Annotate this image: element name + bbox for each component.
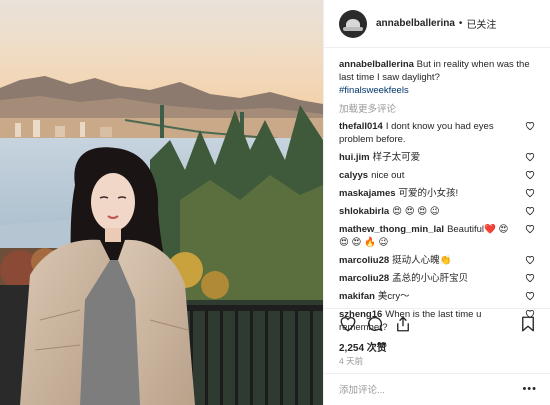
comment-username[interactable]: marcoliu28 xyxy=(339,255,389,266)
post-caption: annabelballerina But in reality when was… xyxy=(339,58,539,97)
comment: maskajames 可爱的小女孩! xyxy=(339,187,539,200)
comment: makifan 美cry～ xyxy=(339,290,539,303)
comment: hui.jim 样子太可爱 xyxy=(339,151,539,164)
comment-text: 挺动人心魄👏 xyxy=(392,255,452,266)
comment: shlokabirla 😍 😍 😍 😉 xyxy=(339,205,539,218)
comment-icon[interactable] xyxy=(366,315,384,333)
heart-icon[interactable] xyxy=(525,170,535,180)
heart-icon[interactable] xyxy=(339,315,357,333)
comment-list: thefall014 I dont know you had eyes probl… xyxy=(339,120,539,334)
bookmark-icon[interactable] xyxy=(519,315,537,333)
header-username[interactable]: annabelballerina xyxy=(376,18,455,29)
comment-input[interactable] xyxy=(339,381,499,399)
comment-username[interactable]: makifan xyxy=(339,291,375,302)
heart-icon[interactable] xyxy=(525,273,535,283)
action-icons-row xyxy=(339,315,537,335)
avatar-figure-base xyxy=(343,26,363,31)
heart-icon[interactable] xyxy=(525,224,535,234)
comment-username[interactable]: marcoliu28 xyxy=(339,273,389,284)
heart-icon[interactable] xyxy=(525,121,535,131)
comment-username[interactable]: thefall014 xyxy=(339,121,383,132)
avatar[interactable] xyxy=(339,9,367,38)
post-timestamp: 4 天前 xyxy=(339,356,364,366)
heart-icon[interactable] xyxy=(525,255,535,265)
comment: calyys nice out xyxy=(339,169,539,182)
comments-section: annabelballerina But in reality when was… xyxy=(339,58,539,339)
caption-username[interactable]: annabelballerina xyxy=(339,59,414,70)
comment-username[interactable]: maskajames xyxy=(339,188,396,199)
comment-username[interactable]: calyys xyxy=(339,170,368,181)
follow-button[interactable]: 已关注 xyxy=(466,16,496,31)
comment-text: 美cry～ xyxy=(377,291,410,302)
hashtag-link[interactable]: #finalsweekfeels xyxy=(339,84,539,97)
comment: marcoliu28 挺动人心魄👏 xyxy=(339,254,539,267)
post-photo[interactable] xyxy=(0,0,323,405)
comment-text: 😍 😍 😍 😉 xyxy=(392,206,440,217)
likes-count[interactable]: 2,254 次赞 xyxy=(339,339,387,354)
comment-text: 可爱的小女孩! xyxy=(398,188,459,199)
instagram-post: annabelballerina • 已关注 annabelballerina … xyxy=(0,0,550,405)
heart-icon[interactable] xyxy=(525,152,535,162)
post-header: annabelballerina • 已关注 xyxy=(324,0,550,48)
heart-icon[interactable] xyxy=(525,206,535,216)
comment: mathew_thong_min_lal Beautiful❤️ 😍 😍 😍 🔥 … xyxy=(339,223,539,249)
comment-username[interactable]: shlokabirla xyxy=(339,206,389,217)
post-actions: 2,254 次赞 4 天前 ••• xyxy=(324,308,550,404)
comment-text: 孟总的小心肝宝贝 xyxy=(392,273,469,284)
comment-text: 样子太可爱 xyxy=(372,152,421,163)
load-more-comments-button[interactable]: 加载更多评论 xyxy=(339,103,539,116)
comment-username[interactable]: mathew_thong_min_lal xyxy=(339,224,444,235)
share-icon[interactable] xyxy=(394,315,412,333)
separator-dot: • xyxy=(458,18,463,29)
comment: thefall014 I dont know you had eyes probl… xyxy=(339,120,539,146)
comment: marcoliu28 孟总的小心肝宝贝 xyxy=(339,272,539,285)
add-comment-bar: ••• xyxy=(324,373,550,405)
heart-icon[interactable] xyxy=(525,291,535,301)
heart-icon[interactable] xyxy=(525,188,535,198)
post-details-panel: annabelballerina • 已关注 annabelballerina … xyxy=(323,0,550,405)
more-options-button[interactable]: ••• xyxy=(522,383,537,395)
comment-text: nice out xyxy=(371,170,405,181)
comment-username[interactable]: hui.jim xyxy=(339,152,370,163)
